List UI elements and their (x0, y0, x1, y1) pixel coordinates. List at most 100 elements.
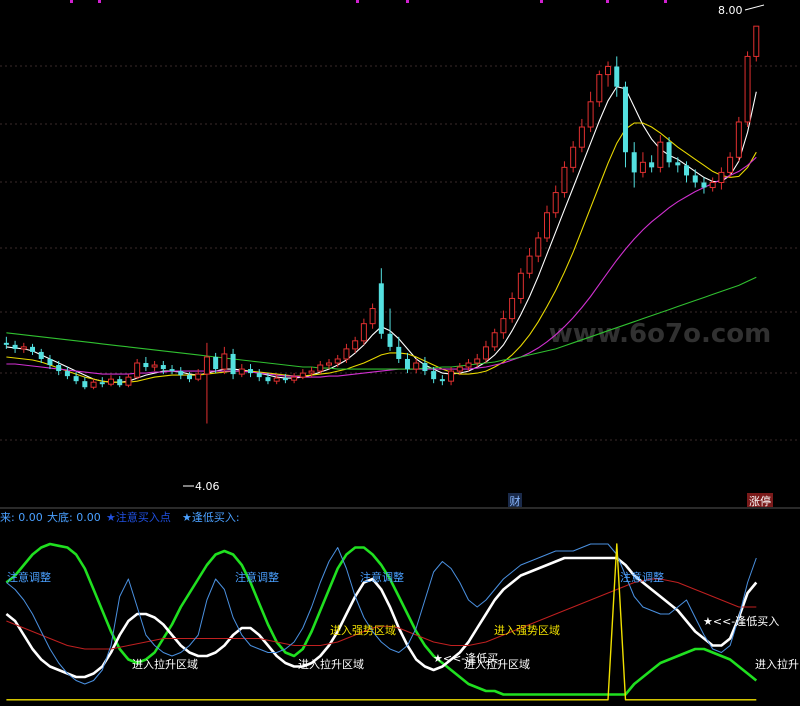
candle-body (474, 358, 481, 364)
label-attention-4: 注意调整 (620, 570, 664, 584)
candle-body (369, 308, 376, 325)
candle-body (482, 346, 489, 360)
indicator-legend: 来: 0.00 大底: 0.00 ★注意买入点 ★逢低买入: (0, 510, 240, 524)
candle-body (378, 283, 384, 334)
label-lift-4: 进入拉升 (755, 657, 799, 671)
high-price-label: 8.00 (718, 4, 743, 17)
candle-body (186, 375, 192, 380)
candle-body (47, 358, 53, 366)
candle-body (273, 377, 280, 382)
candle-body (178, 371, 184, 376)
candle-body (491, 332, 498, 348)
label-lift-1: 进入拉升区域 (132, 657, 198, 671)
candle-body (334, 358, 341, 364)
candle-body (561, 166, 568, 194)
candle-body (404, 358, 410, 370)
finance-marker[interactable]: 财 (508, 493, 522, 508)
candle-body (570, 146, 577, 168)
candle-body (360, 323, 367, 342)
candle-body (308, 370, 315, 374)
top-dot (98, 0, 101, 3)
candle-body (639, 161, 646, 173)
candle-body (160, 365, 166, 370)
candle-body (238, 368, 245, 375)
candle-body (422, 363, 428, 372)
candle-up (517, 268, 524, 304)
candle-body (20, 346, 27, 350)
candle-body (605, 66, 612, 76)
candle-body (596, 74, 603, 103)
label-strong-1: 进入强势区域 (330, 624, 396, 637)
candle-body (718, 171, 725, 183)
candle-body (578, 126, 585, 148)
candle-body (125, 376, 132, 386)
candle-body (413, 362, 420, 370)
candle-body (352, 340, 359, 350)
candle-body (265, 377, 271, 382)
candle-body (3, 342, 9, 345)
top-dot (540, 0, 543, 3)
top-dot (606, 0, 609, 3)
candle-body (151, 364, 158, 368)
legend-text-1: 来: 0.00 (0, 511, 43, 524)
candle-body (195, 373, 202, 380)
candle-body (622, 86, 628, 153)
candle-body (535, 237, 542, 257)
candle-body (500, 318, 507, 334)
candle-body (431, 371, 437, 380)
candle-body (587, 101, 594, 128)
candle-body (230, 353, 236, 375)
candle-body (744, 55, 751, 123)
candle-body (649, 162, 655, 168)
candle-body (64, 371, 70, 377)
legend-text-2: 大底: 0.00 (47, 510, 101, 524)
candle-body (387, 333, 393, 347)
candle-body (675, 162, 681, 166)
low-price-label: 4.06 (195, 480, 220, 493)
candle-body (465, 362, 472, 368)
candle-body (299, 372, 306, 378)
candle-body (735, 121, 742, 158)
candle-body (117, 379, 123, 386)
candle-body (552, 192, 559, 214)
top-dot (356, 0, 359, 3)
candle-up (744, 51, 751, 128)
candle-body (448, 370, 455, 382)
candle-body (439, 379, 445, 382)
label-attention-2: 注意调整 (235, 570, 279, 584)
finance-marker-text: 财 (510, 494, 521, 508)
candle-body (317, 364, 324, 372)
label-dip-buy-2: ★<<-逢低买入 (703, 615, 779, 628)
candle-body (73, 376, 79, 382)
candle-body (343, 348, 350, 360)
candle-body (143, 363, 149, 368)
candle-body (692, 175, 698, 183)
candle-body (169, 369, 175, 372)
candle-body (203, 356, 210, 375)
candle-body (684, 165, 690, 176)
candle-body (753, 25, 760, 57)
candle-body (213, 356, 219, 370)
candle-body (666, 142, 672, 163)
candle-body (291, 376, 298, 381)
candle-body (396, 346, 402, 359)
candle-body (709, 181, 716, 189)
candle-body (614, 66, 620, 87)
label-lift-2: 进入拉升区域 (298, 657, 364, 671)
label-attention-1: 注意调整 (7, 570, 51, 584)
limit-up-marker[interactable]: 涨停 (747, 493, 773, 508)
candle-body (544, 212, 550, 239)
candle-body (526, 255, 533, 274)
candle-body (90, 381, 97, 388)
candle-body (282, 378, 288, 381)
candle-body (221, 353, 228, 370)
top-dot (406, 0, 409, 3)
candle-up (753, 25, 760, 62)
candle-body (248, 369, 254, 374)
top-dot (70, 0, 73, 3)
legend-text-3: ★注意买入点 (106, 510, 171, 524)
top-dot (664, 0, 667, 3)
candle-up (596, 70, 603, 107)
candle-body (56, 365, 62, 372)
watermark: www.6o7o.com (549, 319, 771, 349)
